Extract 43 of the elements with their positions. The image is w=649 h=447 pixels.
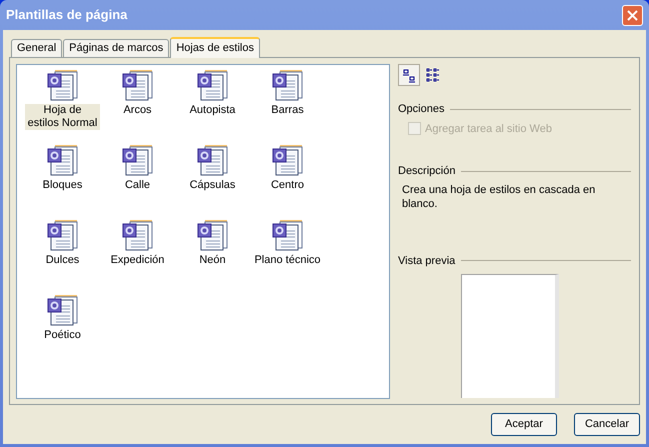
dialog-button[interactable]: Aceptar bbox=[491, 413, 557, 436]
template-label[interactable]: Plano técnico bbox=[252, 254, 323, 267]
template-label[interactable]: Arcos bbox=[121, 104, 154, 117]
stylesheet-file-icon bbox=[46, 144, 78, 176]
large-icons-view-button[interactable] bbox=[398, 64, 420, 86]
close-button[interactable] bbox=[622, 4, 643, 26]
dialog-button[interactable]: Cancelar bbox=[574, 413, 640, 436]
stylesheet-file-icon bbox=[196, 219, 228, 251]
stylesheet-file-icon bbox=[272, 219, 304, 251]
large-icons-icon bbox=[401, 67, 417, 83]
template-label[interactable]: Neón bbox=[197, 254, 228, 267]
stylesheet-file-icon bbox=[46, 294, 78, 326]
template-label[interactable]: Bloques bbox=[40, 179, 84, 192]
template-label[interactable]: Hoja de estilos Normal bbox=[25, 104, 100, 130]
close-icon bbox=[627, 10, 638, 20]
template-label[interactable]: Calle bbox=[122, 179, 152, 192]
tab[interactable]: General bbox=[11, 39, 62, 57]
stylesheet-file-icon bbox=[122, 219, 154, 251]
section-heading: Opciones bbox=[398, 102, 444, 117]
description-text: Crea una hoja de estilos en cascada en blanco. bbox=[401, 182, 596, 210]
stylesheet-file-icon bbox=[196, 144, 228, 176]
stylesheet-file-icon bbox=[46, 219, 78, 251]
list-icon bbox=[425, 67, 441, 83]
stylesheet-file-icon bbox=[46, 69, 78, 101]
stylesheet-file-icon bbox=[272, 144, 304, 176]
stylesheet-file-icon bbox=[122, 69, 154, 101]
stylesheet-file-icon bbox=[196, 69, 228, 101]
template-label[interactable]: Autopista bbox=[188, 104, 238, 117]
template-label[interactable]: Centro bbox=[268, 179, 306, 192]
stylesheet-file-icon bbox=[122, 144, 154, 176]
template-label[interactable]: Cápsulas bbox=[188, 179, 238, 192]
tab[interactable]: Hojas de estilos bbox=[170, 37, 260, 58]
template-list[interactable]: Hoja de estilos Normal Arcos Autopista Barras Bloques Calle Cápsulas Centro Dulces Expedición Neón Plano técnico Poético bbox=[16, 64, 390, 399]
template-label[interactable]: Expedición bbox=[108, 254, 166, 267]
tab[interactable]: Páginas de marcos bbox=[63, 39, 170, 57]
checkbox-label: Agregar tarea al sitio Web bbox=[425, 122, 552, 136]
window-title: Plantillas de página bbox=[6, 6, 128, 24]
stylesheet-file-icon bbox=[272, 69, 304, 101]
template-label[interactable]: Dulces bbox=[44, 254, 82, 267]
section-heading: Vista previa bbox=[398, 254, 456, 268]
template-label[interactable]: Barras bbox=[269, 104, 306, 117]
section-heading: Descripción bbox=[398, 164, 456, 179]
template-label[interactable]: Poético bbox=[42, 329, 83, 342]
